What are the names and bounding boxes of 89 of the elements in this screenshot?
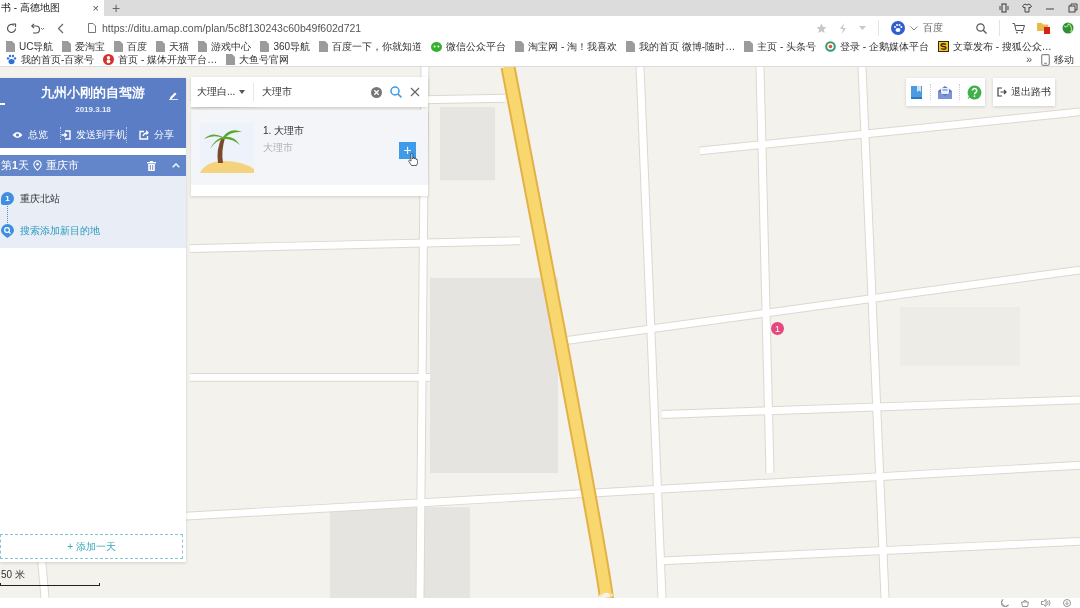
download-icon[interactable] — [1063, 599, 1071, 607]
bookmark-link[interactable]: 我的首页 微博-随时… — [626, 40, 736, 53]
action-button[interactable]: 分享 — [126, 126, 186, 143]
day-label: 第1天 — [1, 158, 29, 173]
hand-cursor-icon — [408, 153, 418, 166]
search-field[interactable]: 大理白... 大理市 — [191, 77, 428, 107]
ring-icon — [825, 41, 837, 52]
search-icon[interactable] — [390, 86, 402, 98]
moon-icon[interactable] — [1001, 599, 1009, 607]
new-tab-button[interactable]: + — [104, 0, 128, 16]
page-icon — [156, 41, 166, 52]
clear-icon[interactable] — [371, 86, 382, 98]
search-result-card[interactable]: 1. 大理市 大理市 + — [191, 110, 428, 196]
bookmark-link[interactable]: 游戏中心 — [198, 40, 252, 53]
stop-marker: 1 — [1, 192, 14, 205]
page-icon — [198, 41, 208, 52]
chevron-down-icon[interactable] — [910, 25, 918, 31]
browser-tab[interactable]: 书 - 高德地图 × — [0, 0, 104, 16]
bookmark-link[interactable]: 百度 — [114, 40, 148, 53]
bookmark-link[interactable]: 爱淘宝 — [62, 40, 106, 53]
trash-icon[interactable] — [147, 160, 156, 171]
cart-icon[interactable] — [1012, 22, 1025, 34]
speaker-icon[interactable] — [1041, 599, 1051, 607]
globe-icon[interactable] — [1062, 22, 1074, 34]
address-field[interactable]: https://ditu.amap.com/plan/5c8f130243c60b49f602d721 — [76, 18, 804, 38]
day-city: 重庆市 — [45, 158, 79, 173]
phone-vibrate-icon[interactable] — [999, 3, 1009, 13]
search-icon[interactable] — [976, 22, 987, 34]
reload-icon[interactable] — [6, 22, 17, 34]
bookmark-link[interactable]: 主页 - 头条号 — [744, 40, 817, 53]
bookmark-link[interactable]: 百度一下，你就知道 — [319, 40, 423, 53]
chevron-up-icon[interactable] — [172, 163, 180, 168]
bookmark-link[interactable]: 360导航 — [260, 40, 311, 53]
mail-icon[interactable] — [937, 85, 952, 99]
bookmark-link[interactable]: 淘宝网 - 淘！我喜欢 — [515, 40, 618, 53]
scale-label: 50 米 — [0, 568, 26, 582]
page-icon — [62, 41, 72, 52]
restore-icon[interactable] — [1068, 3, 1078, 13]
close-tab-button[interactable]: × — [92, 2, 99, 14]
paw-icon — [6, 54, 17, 65]
bookmark-link[interactable]: 首页 - 媒体开放平台… — [103, 53, 218, 66]
location-pin-icon — [32, 160, 42, 171]
page-icon — [260, 41, 270, 52]
page-icon — [6, 41, 15, 52]
send-icon — [60, 129, 71, 140]
close-icon[interactable] — [410, 87, 420, 97]
back-icon[interactable] — [57, 22, 64, 34]
bookmark-link[interactable]: 登录 - 企鹅媒体平台 — [825, 40, 929, 53]
bookmark-link[interactable]: 微信公众平台 — [431, 40, 507, 53]
pencil-icon[interactable] — [169, 91, 178, 100]
city-filter-dropdown[interactable]: 大理白... — [197, 83, 255, 101]
bag-icon[interactable] — [1021, 599, 1029, 607]
route-date: 2019.3.18 — [75, 105, 111, 114]
star-icon[interactable] — [816, 22, 827, 34]
page-icon — [226, 54, 236, 65]
bookmark-link[interactable]: 移动 — [1041, 53, 1074, 66]
bookmark-link[interactable]: UC导航 — [6, 40, 54, 53]
page-icon — [319, 41, 329, 52]
page-icon — [744, 41, 754, 52]
bookmark-link[interactable]: 天猫 — [156, 40, 190, 53]
result-subtitle: 大理市 — [263, 141, 294, 155]
phone-icon — [1041, 53, 1050, 66]
page-icon — [88, 23, 96, 33]
exit-icon — [997, 87, 1007, 97]
bookmark-link[interactable]: 大鱼号官网 — [226, 53, 290, 66]
more-bookmarks-button[interactable]: » — [1025, 53, 1032, 66]
action-button[interactable]: 发送到手机 — [60, 126, 126, 143]
book-icon[interactable] — [909, 84, 923, 100]
action-button[interactable]: 总览 — [0, 126, 60, 143]
search-engine-field[interactable]: 百度 — [891, 18, 987, 38]
folder-icon[interactable] — [1037, 22, 1050, 34]
day-header[interactable]: 第1天 重庆市 — [0, 155, 186, 176]
stop-name[interactable]: 重庆北站 — [20, 191, 60, 206]
eye-icon — [11, 130, 23, 139]
caret-down-icon — [239, 90, 246, 94]
paw-icon — [891, 21, 905, 35]
page-icon — [114, 41, 124, 52]
bookmark-link[interactable]: 我的首页-百家号 — [6, 53, 95, 66]
exit-button[interactable]: 退出路书 — [993, 78, 1055, 106]
undo-icon[interactable] — [29, 22, 45, 34]
share-icon — [138, 129, 149, 140]
page-icon — [626, 41, 636, 52]
help-icon[interactable] — [966, 84, 982, 100]
route-title: 九州小刚的自驾游 — [41, 84, 145, 102]
bookmark-link[interactable]: 文章发布 - 搜狐公众… — [937, 40, 1052, 53]
result-title: 1. 大理市 — [263, 124, 306, 138]
square-logo-icon — [937, 41, 949, 52]
page-icon — [515, 41, 525, 52]
shirt-icon[interactable] — [1022, 3, 1032, 13]
